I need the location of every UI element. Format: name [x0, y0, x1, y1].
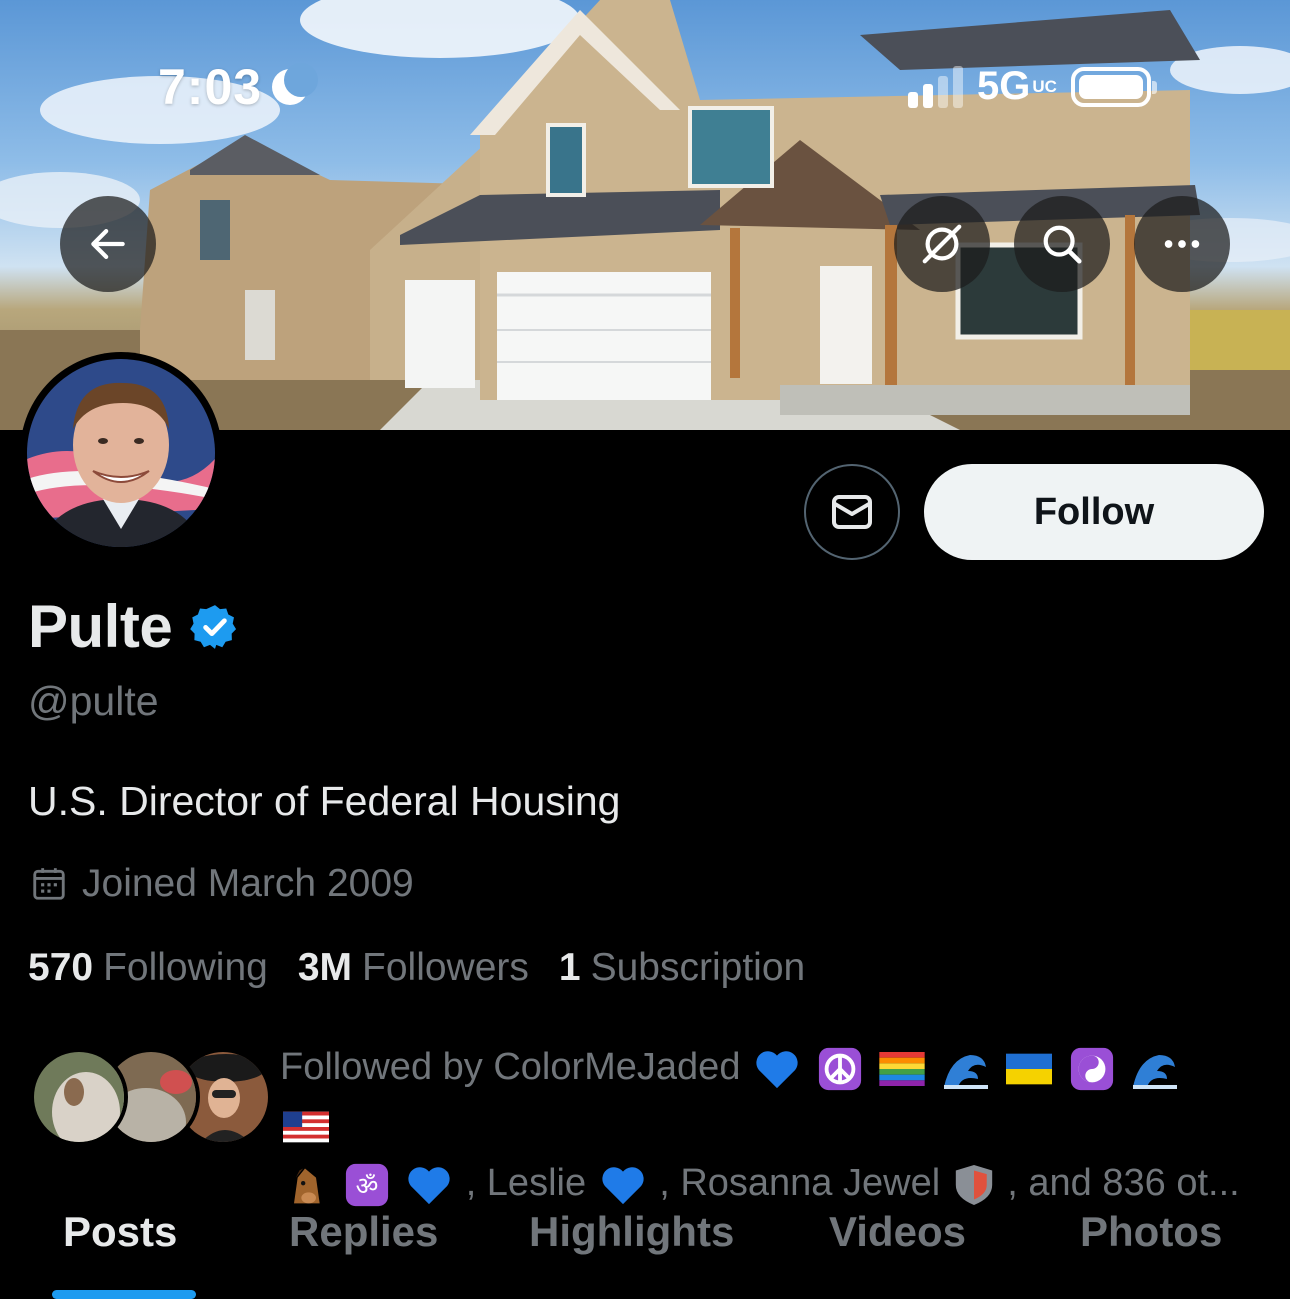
envelope-icon: [832, 495, 872, 529]
tab-videos[interactable]: Videos: [829, 1208, 966, 1256]
yin-yang-icon: [1069, 1046, 1115, 1092]
ukraine-flag-icon: [1006, 1053, 1053, 1085]
followers-label: Followers: [362, 946, 529, 989]
tab-replies[interactable]: Replies: [289, 1208, 438, 1256]
grok-icon: [922, 224, 962, 264]
message-button[interactable]: [804, 464, 900, 560]
subscription-label: Subscription: [590, 946, 806, 989]
subscription-count-link[interactable]: 1 Subscription: [559, 946, 805, 990]
profile-stats: 570 Following 3M Followers 1 Subscription: [28, 946, 805, 990]
arrow-left-icon: [91, 229, 125, 259]
tab-posts[interactable]: Posts: [63, 1208, 177, 1256]
blue-heart-icon: [754, 1048, 800, 1090]
followed-by-text[interactable]: Followed by ColorMeJaded ॐ , Leslie , Ro…: [280, 1038, 1240, 1212]
profile-tabs: Posts Replies Highlights Videos Photos: [0, 1196, 1290, 1299]
active-tab-indicator: [52, 1290, 196, 1299]
following-label: Following: [103, 946, 268, 989]
battery-icon: [1070, 66, 1157, 107]
more-icon: [1164, 240, 1200, 248]
verified-badge-icon[interactable]: [190, 602, 240, 652]
rainbow-flag-icon: [879, 1051, 925, 1086]
tab-highlights[interactable]: Highlights: [529, 1208, 734, 1256]
search-button[interactable]: [1014, 196, 1110, 292]
wave-icon: [1131, 1047, 1179, 1091]
follower-avatar: [30, 1048, 128, 1146]
followers-count-link[interactable]: 3M Followers: [298, 946, 529, 990]
avatar-photo: [27, 359, 215, 547]
more-options-button[interactable]: [1134, 196, 1230, 292]
follow-button[interactable]: Follow: [924, 464, 1264, 560]
us-flag-icon: [283, 1111, 329, 1143]
display-name-row: Pulte: [28, 592, 240, 661]
joined-date: Joined March 2009: [30, 862, 414, 906]
status-bar-time: 7:03: [158, 58, 319, 116]
search-icon: [1043, 225, 1082, 264]
subscription-count: 1: [558, 946, 581, 989]
network-indicator: 5G UC: [977, 64, 1057, 109]
time-text: 7:03: [158, 59, 263, 115]
joined-text: Joined March 2009: [82, 862, 414, 905]
status-bar-indicators: 5G UC: [908, 64, 1157, 109]
wave-icon: [942, 1047, 990, 1091]
grok-button[interactable]: [894, 196, 990, 292]
profile-avatar[interactable]: [20, 352, 222, 554]
tab-photos[interactable]: Photos: [1080, 1208, 1222, 1256]
profile-bio: U.S. Director of Federal Housing: [28, 778, 621, 824]
cellular-signal-icon: [908, 65, 963, 108]
display-name: Pulte: [28, 593, 173, 660]
followed-by-avatars[interactable]: [30, 1048, 272, 1148]
back-button[interactable]: [60, 196, 156, 292]
following-count: 570: [28, 946, 94, 989]
following-count-link[interactable]: 570 Following: [28, 946, 268, 990]
network-type: 5G: [977, 64, 1031, 108]
followed-by-prefix: Followed by ColorMeJaded: [280, 1046, 741, 1088]
focus-moon-icon: [270, 63, 319, 107]
username-handle: @pulte: [28, 678, 159, 724]
peace-symbol-icon: [817, 1046, 863, 1092]
followers-count: 3M: [297, 946, 353, 989]
network-sub: UC: [1032, 77, 1057, 96]
calendar-icon: [33, 868, 65, 900]
